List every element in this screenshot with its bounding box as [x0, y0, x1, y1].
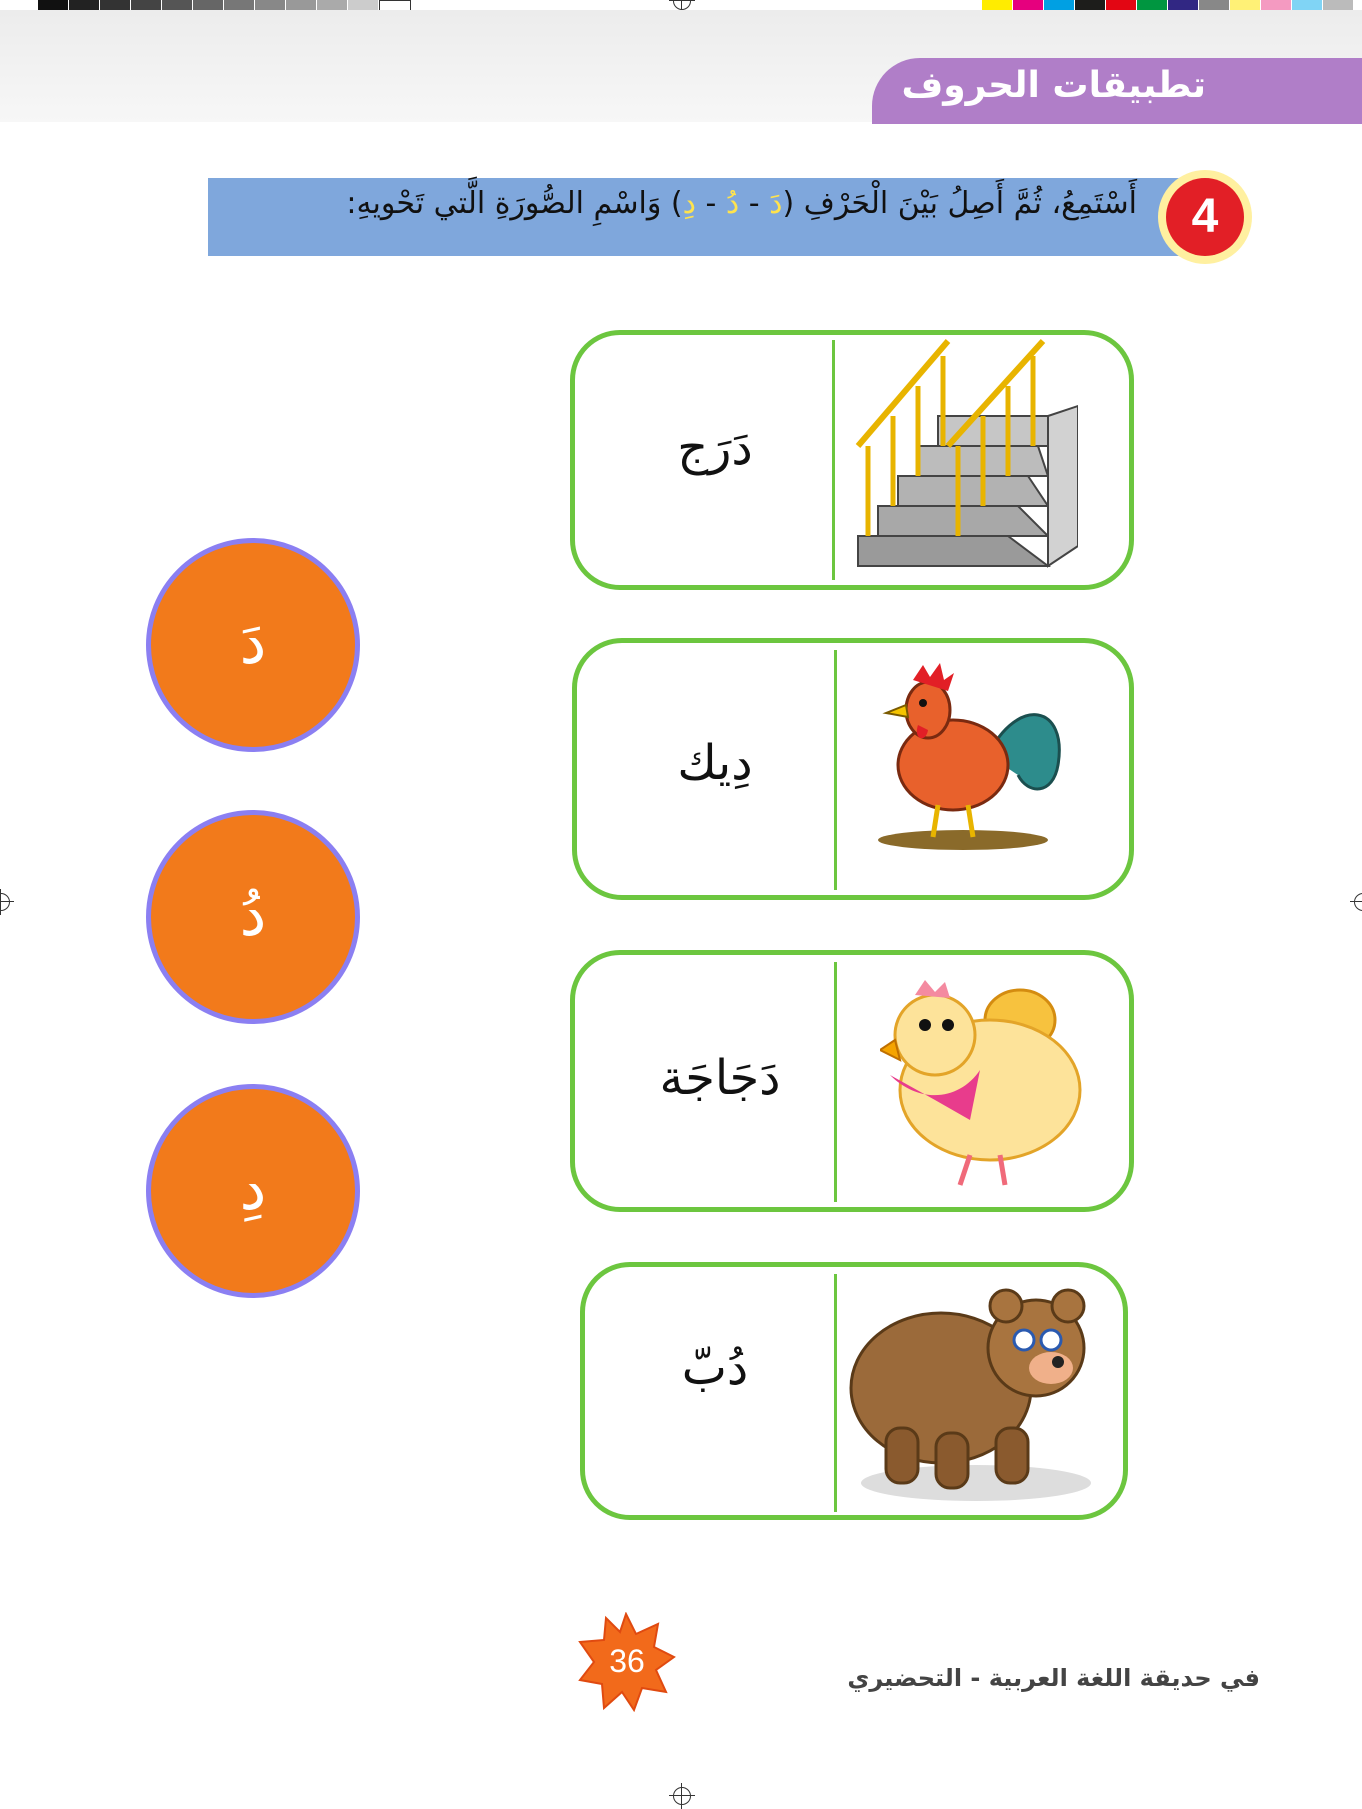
- book-title: في حديقة اللغة العربية - التحضيري: [847, 1664, 1260, 1692]
- letter-circle-damma[interactable]: دُ: [146, 810, 360, 1024]
- card-divider: [834, 962, 837, 1202]
- hen-icon: [880, 980, 1082, 1186]
- instruction-separator: -: [739, 186, 770, 221]
- registration-mark-left: [0, 889, 14, 915]
- instruction-separator: -: [695, 186, 726, 221]
- registration-mark-top: [669, 0, 695, 14]
- color-strip: [982, 0, 1354, 10]
- card-word-bear: دُبّ: [681, 1340, 749, 1396]
- instruction-letter-kasra: دِ: [682, 186, 696, 221]
- instruction-text-start: أَسْتَمِعُ، ثُمَّ أَصِلُ بَيْنَ الْحَرْف…: [782, 186, 1137, 221]
- instruction-letter-damma: دُ: [725, 186, 740, 221]
- card-word-hen: دَجَاجَة: [659, 1050, 781, 1106]
- bear-icon: [849, 1288, 1091, 1501]
- instruction-letter-fatha: دَ: [769, 186, 783, 221]
- page-title: تطبيقات الحروف: [901, 65, 1206, 106]
- page-number: 36: [609, 1643, 645, 1679]
- letter-circle-kasra[interactable]: دِ: [146, 1084, 360, 1298]
- registration-mark-right: [1350, 893, 1362, 911]
- rooster-icon: [878, 663, 1061, 850]
- card-divider: [834, 1274, 837, 1512]
- exercise-number: 4: [1166, 178, 1244, 256]
- instruction-text-end: ) وَاسْمِ الصُّورَةِ الَّتي تَحْويهِ:: [346, 186, 683, 221]
- card-word-rooster: دِيك: [677, 735, 753, 791]
- card-divider: [834, 650, 837, 890]
- card-divider: [832, 340, 835, 580]
- stairs-icon: [855, 338, 1078, 568]
- card-word-stairs: دَرَج: [677, 420, 753, 476]
- letter-circle-fatha[interactable]: دَ: [146, 538, 360, 752]
- grayscale-strip: [38, 0, 411, 12]
- registration-mark-bottom: [669, 1783, 695, 1809]
- instruction-text: أَسْتَمِعُ، ثُمَّ أَصِلُ بَيْنَ الْحَرْف…: [346, 186, 1137, 221]
